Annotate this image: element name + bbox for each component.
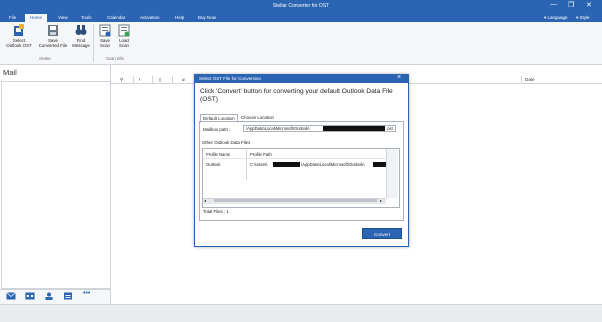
menu-help[interactable]: Help	[170, 14, 189, 22]
navigation-bar	[0, 289, 110, 305]
ribbon-separator	[93, 24, 94, 62]
mailbox-path-label: Mailbox path :	[203, 127, 231, 132]
save-converted-file-button[interactable]: Save Converted File	[35, 24, 71, 48]
ribbon-group-home: Home	[39, 56, 51, 61]
profile-name-cell: Outlook	[206, 162, 221, 167]
save-icon	[47, 24, 59, 37]
find-label-2: Message	[72, 43, 90, 48]
close-button[interactable]: ✕	[586, 1, 592, 9]
chevron-right-icon[interactable]: ▸	[380, 198, 382, 203]
chevron-left-icon[interactable]: ◂	[204, 198, 206, 203]
ribbon-group-scan-info: Scan Info	[106, 56, 124, 61]
attachment-icon[interactable]: ⚲	[120, 77, 123, 83]
redaction-block	[323, 126, 385, 131]
pane-title: Mail	[3, 68, 17, 77]
restore-button[interactable]: ❐	[568, 1, 574, 9]
app-title: Stellar Converter for OST	[272, 3, 330, 9]
load-scan-label-2: Scan	[118, 43, 129, 48]
mailbox-path-value-start: \AppData\Local\Microsoft\Outlook\	[246, 126, 310, 131]
redaction-block	[273, 162, 300, 167]
menu-buy-now[interactable]: Buy Now	[193, 14, 221, 22]
folder-tree[interactable]	[1, 81, 111, 289]
save-scan-label-2: Scan	[99, 43, 110, 48]
menu-tools[interactable]: Tools	[76, 14, 97, 22]
tasks-icon[interactable]	[63, 292, 73, 300]
column-divider	[152, 76, 153, 83]
tab-choose-location[interactable]: Choose Location	[239, 114, 276, 121]
scrollbar-thumb[interactable]	[214, 199, 377, 202]
other-files-label: Other Outlook Data Files	[202, 140, 251, 145]
more-icon[interactable]: •••	[83, 290, 93, 298]
select-label-2: Outlook OST	[6, 43, 32, 48]
column-divider	[521, 76, 522, 83]
load-scan-button[interactable]: Load Scan	[115, 24, 133, 48]
style-menu[interactable]: ▾ Style	[576, 14, 590, 22]
save-scan-icon	[99, 24, 111, 37]
minimize-button[interactable]: —	[550, 1, 557, 8]
header-divider	[203, 158, 386, 159]
menu-view[interactable]: View	[53, 14, 73, 22]
item-type-icon[interactable]: ▯	[159, 77, 162, 83]
load-scan-icon	[118, 24, 130, 37]
dialog-heading: Click 'Convert' button for converting yo…	[200, 88, 393, 103]
find-message-button[interactable]: Find Message	[71, 24, 91, 48]
profile-path-start: C:\Users\	[250, 162, 268, 167]
paperclip-icon[interactable]: ⌀	[182, 77, 185, 83]
importance-icon[interactable]: !	[139, 77, 140, 82]
total-files-count: Total Files : 1	[203, 209, 229, 214]
column-header-profile-path: Profile Path	[250, 152, 272, 157]
save-scan-button[interactable]: Save Scan	[96, 24, 114, 48]
profile-path-mid: \AppData\Local\Microsoft\Outlook\	[301, 162, 365, 167]
binoculars-icon	[75, 24, 87, 37]
calendar-icon[interactable]	[25, 292, 35, 300]
column-divider	[172, 76, 173, 83]
contacts-icon[interactable]	[44, 292, 54, 300]
select-outlook-ost-button[interactable]: Select Outlook OST	[3, 24, 35, 48]
dialog-close-icon[interactable]: ×	[397, 74, 401, 81]
status-bar	[0, 304, 602, 322]
menu-file[interactable]: File	[4, 14, 21, 22]
menu-calendar[interactable]: Calendar	[102, 14, 130, 22]
language-label: Language	[547, 15, 568, 20]
menu-activation[interactable]: Activation	[135, 14, 165, 22]
convert-button[interactable]: Convert	[362, 228, 402, 239]
language-menu[interactable]: ▾ Language	[544, 14, 568, 22]
menu-home[interactable]: Home	[25, 14, 48, 22]
date-column-header[interactable]: Date	[525, 77, 535, 82]
mail-icon[interactable]	[6, 292, 16, 300]
mailbox-path-value-end: .ost	[386, 126, 393, 131]
vertical-scrollbar[interactable]	[386, 149, 398, 198]
dialog-title: Select OST File for Conversion	[199, 76, 261, 81]
column-divider	[133, 76, 134, 83]
save-label-2: Converted File	[38, 43, 68, 48]
column-header-profile-name: Profile Name	[206, 152, 231, 157]
select-ost-icon	[13, 24, 25, 37]
style-label: Style	[579, 15, 590, 20]
